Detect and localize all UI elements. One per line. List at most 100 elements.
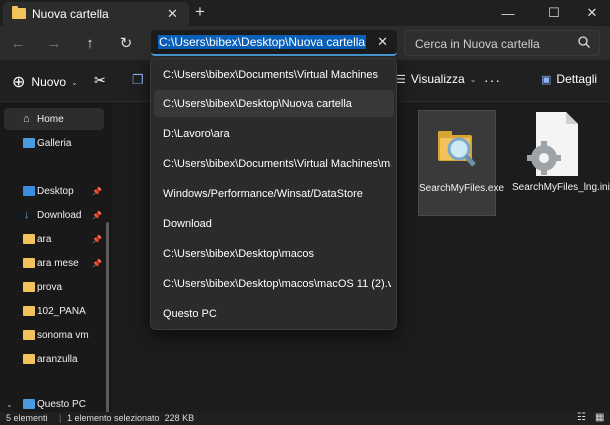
dropdown-item-label: D:\Lavoro\ara — [163, 127, 230, 140]
close-tab-icon[interactable]: ✕ — [167, 6, 178, 22]
up-arrow-icon[interactable]: ↑ — [80, 33, 100, 53]
sidebar-item-sonoma-vm[interactable]: sonoma vm — [4, 324, 104, 346]
file-name: SearchMyFiles.exe — [419, 183, 505, 194]
file-item-searchmyfiles-exe[interactable]: SearchMyFiles.exe — [418, 110, 505, 216]
folder-icon — [23, 258, 35, 268]
cut-button[interactable]: ✂ — [94, 72, 106, 89]
copy-button[interactable]: ❐ — [132, 72, 144, 88]
sidebar-item-label: sonoma vm — [37, 329, 89, 341]
sidebar-item-label: ara mese — [37, 257, 79, 269]
address-history-dropdown: C:\Users\bibex\Documents\Virtual Machine… — [150, 58, 397, 330]
dropdown-item[interactable]: C:\Users\bibex\Desktop\macos\macOS 11 (2… — [154, 270, 394, 297]
folder-icon — [23, 282, 35, 292]
title-bar: Nuova cartella ✕ + — ☐ ✕ — [0, 0, 610, 26]
dropdown-item[interactable]: D:\Lavoro\ara — [154, 120, 394, 147]
dropdown-item-label: C:\Users\bibex\Documents\Virtual Machine… — [163, 68, 378, 81]
pin-icon[interactable]: 📌 — [92, 187, 102, 196]
new-label: Nuovo — [31, 75, 67, 89]
chevron-down-icon: ⌄ — [71, 77, 78, 87]
chevron-down-icon: ⌄ — [469, 74, 477, 84]
new-button[interactable]: ⊕ Nuovo ⌄ — [12, 72, 78, 92]
tiles-view-icon[interactable]: ▦ — [595, 412, 604, 423]
folder-icon — [23, 330, 35, 340]
dropdown-item-label: Download — [163, 217, 212, 230]
clear-address-icon[interactable]: ✕ — [377, 34, 388, 50]
sidebar-item-download[interactable]: ↓ Download 📌 — [4, 204, 104, 226]
more-options-button[interactable]: ··· — [484, 72, 501, 88]
navigation-bar: ← → ↑ ↻ C:\Users\bibex\Desktop\Nuova car… — [0, 26, 610, 60]
status-bar: 5 elementi | 1 elemento selezionato 228 … — [0, 412, 610, 425]
sidebar-item-ara[interactable]: ara 📌 — [4, 228, 104, 250]
refresh-icon[interactable]: ↻ — [116, 33, 136, 53]
search-input[interactable]: Cerca in Nuova cartella — [404, 30, 600, 56]
dropdown-item[interactable]: C:\Users\bibex\Desktop\macos — [154, 240, 394, 267]
dropdown-item[interactable]: C:\Users\bibex\Documents\Virtual Machine… — [154, 61, 394, 88]
search-folder-icon — [422, 111, 492, 181]
selection-info: 1 elemento selezionato 228 KB — [67, 413, 195, 423]
more-icon: ··· — [484, 72, 501, 88]
pin-icon[interactable]: 📌 — [92, 235, 102, 244]
search-icon[interactable] — [577, 35, 591, 49]
dropdown-item-label: C:\Users\bibex\Documents\Virtual Machine… — [163, 157, 391, 170]
dropdown-item[interactable]: Windows/Performance/Winsat/DataStore — [154, 180, 394, 207]
file-item-searchmyfiles-lng-ini[interactable]: SearchMyFiles_lng.ini — [512, 110, 610, 194]
search-placeholder: Cerca in Nuova cartella — [415, 37, 540, 51]
sidebar-item-questo-pc[interactable]: ⌄ Questo PC — [4, 397, 104, 411]
home-icon: ⌂ — [23, 113, 30, 125]
tab-title: Nuova cartella — [32, 7, 109, 21]
expand-chevron-icon[interactable]: ⌄ — [6, 400, 13, 409]
details-label: Dettagli — [556, 72, 598, 86]
dropdown-item-label: C:\Users\bibex\Desktop\macos\macOS 11 (2… — [163, 277, 391, 290]
maximize-button[interactable]: ☐ — [534, 0, 574, 26]
sidebar-item-label: Download — [37, 209, 82, 221]
folder-icon — [12, 6, 26, 19]
sidebar-item-desktop[interactable]: Desktop 📌 — [4, 180, 104, 202]
pin-icon[interactable]: 📌 — [92, 259, 102, 268]
sidebar-item-label: aranzulla — [37, 353, 78, 365]
folder-icon — [23, 234, 35, 244]
sidebar-item-label: Galleria — [37, 137, 72, 149]
view-button[interactable]: ☰ Visualizza ⌄ — [396, 72, 476, 86]
back-arrow-icon[interactable]: ← — [8, 33, 28, 53]
sidebar-item-home[interactable]: ⌂ Home — [4, 108, 104, 130]
new-tab-button[interactable]: + — [195, 2, 205, 22]
forward-arrow-icon[interactable]: → — [44, 33, 64, 53]
sidebar-item-label: Questo PC — [37, 398, 86, 410]
tab-nuova-cartella[interactable]: Nuova cartella ✕ — [3, 2, 189, 26]
sidebar-item-label: prova — [37, 281, 63, 293]
sidebar-item-label: 102_PANA — [37, 305, 86, 317]
dropdown-item[interactable]: Questo PC — [154, 300, 394, 327]
sidebar-item-ara-mese[interactable]: ara mese 📌 — [4, 252, 104, 274]
address-path[interactable]: C:\Users\bibex\Desktop\Nuova cartella — [158, 35, 367, 49]
copy-icon: ❐ — [132, 72, 144, 87]
sidebar-item-102-pana[interactable]: 102_PANA — [4, 300, 104, 322]
pc-icon — [23, 399, 35, 409]
details-view-icon[interactable]: ☷ — [577, 412, 586, 423]
dropdown-item[interactable]: C:\Users\bibex\Desktop\Nuova cartella — [154, 90, 394, 117]
settings-file-icon — [516, 110, 586, 180]
file-name: SearchMyFiles_lng.ini — [512, 182, 610, 193]
dropdown-item[interactable]: Download — [154, 210, 394, 237]
scissors-icon: ✂ — [94, 72, 106, 88]
details-button[interactable]: ▣ Dettagli — [541, 72, 597, 86]
dropdown-item-label: C:\Users\bibex\Desktop\macos — [163, 247, 314, 260]
sidebar-item-label: ara — [37, 233, 52, 245]
sidebar-scrollbar[interactable] — [106, 222, 109, 425]
address-bar[interactable]: C:\Users\bibex\Desktop\Nuova cartella ✕ — [151, 30, 397, 56]
dropdown-item-label: Questo PC — [163, 307, 217, 320]
dropdown-item[interactable]: C:\Users\bibex\Documents\Virtual Machine… — [154, 150, 394, 177]
dropdown-item-label: Windows/Performance/Winsat/DataStore — [163, 187, 363, 200]
view-label: Visualizza — [410, 72, 465, 86]
sidebar-item-galleria[interactable]: Galleria — [4, 132, 104, 154]
folder-icon — [23, 306, 35, 316]
close-window-button[interactable]: ✕ — [572, 0, 610, 26]
navigation-pane: ⌂ Home Galleria Desktop 📌 ↓ Download 📌 a… — [0, 102, 112, 425]
pin-icon[interactable]: 📌 — [92, 211, 102, 220]
minimize-button[interactable]: — — [488, 0, 528, 26]
folder-icon — [23, 354, 35, 364]
sidebar-item-aranzulla[interactable]: aranzulla — [4, 348, 104, 370]
sidebar-item-prova[interactable]: prova — [4, 276, 104, 298]
download-icon: ↓ — [24, 209, 30, 221]
status-separator: | — [59, 413, 62, 423]
gallery-icon — [23, 138, 35, 148]
